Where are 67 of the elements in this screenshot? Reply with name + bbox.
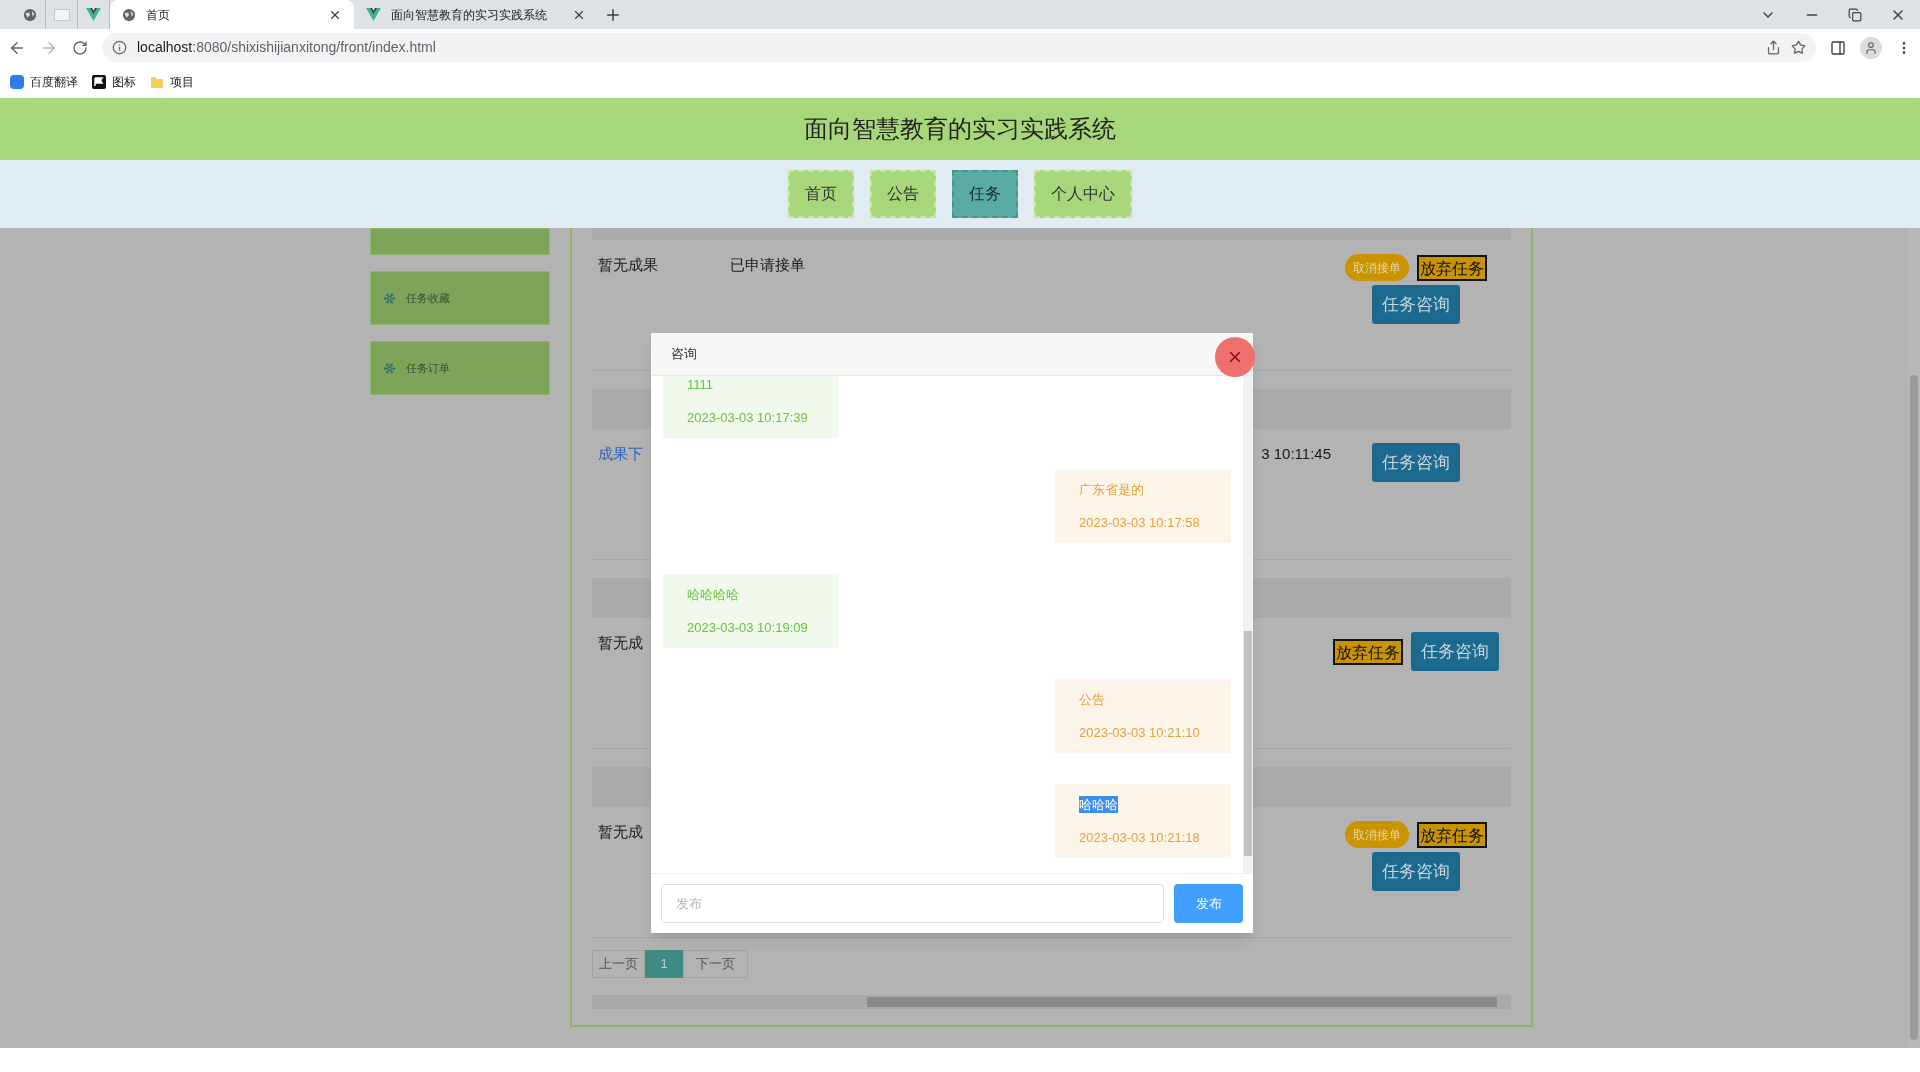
restore-icon[interactable] bbox=[1848, 7, 1862, 22]
table-cell-text: 暂无成 bbox=[598, 633, 644, 653]
translate-icon bbox=[10, 75, 24, 89]
tab-title: 面向智慧教育的实习实践系统 bbox=[391, 6, 548, 24]
scrollbar-thumb[interactable] bbox=[867, 997, 1497, 1007]
send-button[interactable]: 发布 bbox=[1174, 884, 1243, 923]
table-cell-text: 3 10:11:45 bbox=[1261, 444, 1331, 464]
nav-tab[interactable]: 任务 bbox=[952, 170, 1018, 218]
sidebar-label: 任务收藏 bbox=[406, 290, 450, 306]
message-time: 2023-03-03 10:19:09 bbox=[687, 619, 809, 636]
snowflake-icon bbox=[383, 291, 396, 305]
side-panel-icon[interactable] bbox=[1830, 39, 1846, 56]
sidebar-item[interactable]: 任务订单 bbox=[370, 341, 550, 395]
message-text: 1111 bbox=[687, 376, 714, 393]
close-button[interactable] bbox=[1215, 337, 1255, 377]
address-bar[interactable]: localhost:8080/shixishijianxitong/front/index.html bbox=[102, 33, 1816, 62]
bookmark-item[interactable]: 百度翻译 bbox=[10, 73, 78, 91]
reload-icon[interactable] bbox=[72, 39, 88, 56]
blank-page-icon bbox=[53, 8, 70, 21]
bookmark-item[interactable]: 图标 bbox=[92, 73, 136, 91]
flag-icon bbox=[92, 75, 106, 89]
message-text: 公告 bbox=[1079, 691, 1105, 708]
globe-icon bbox=[22, 7, 37, 22]
table-cell-text: 暂无成 bbox=[598, 822, 644, 842]
task-consult-button[interactable]: 任务咨询 bbox=[1411, 632, 1499, 671]
browser-tab[interactable]: 首页 bbox=[110, 0, 354, 29]
message-text: 哈哈哈 bbox=[1079, 796, 1118, 813]
nav-tab[interactable]: 首页 bbox=[788, 170, 854, 218]
info-icon bbox=[112, 40, 127, 55]
url-text: localhost:8080/shixishijianxitong/front/index.html bbox=[137, 38, 437, 57]
globe-icon bbox=[122, 7, 136, 22]
browser-tab[interactable]: 面向智慧教育的实习实践系统 bbox=[354, 0, 598, 29]
message-time: 2023-03-03 10:17:39 bbox=[687, 409, 809, 426]
table-cell-text: 暂无成果 bbox=[598, 255, 659, 275]
v-logo-icon bbox=[86, 8, 101, 21]
abandon-task-button[interactable]: 放弃任务 bbox=[1333, 638, 1403, 665]
tab-title: 首页 bbox=[146, 6, 171, 24]
vertical-scrollbar[interactable] bbox=[1908, 228, 1920, 1048]
dialog-scrollbar[interactable] bbox=[1243, 376, 1253, 873]
dialog-title: 咨询 bbox=[671, 345, 697, 364]
message-time: 2023-03-03 10:21:10 bbox=[1079, 724, 1201, 741]
scrollbar-thumb[interactable] bbox=[1244, 631, 1252, 856]
message-input[interactable]: 发布 bbox=[661, 884, 1164, 923]
message-text: 广东省是的 bbox=[1079, 481, 1144, 498]
message-time: 2023-03-03 10:21:18 bbox=[1079, 829, 1201, 846]
abandon-task-button[interactable]: 放弃任务 bbox=[1417, 821, 1487, 848]
snowflake-icon bbox=[383, 361, 396, 375]
site-title: 面向智慧教育的实习实践系统 bbox=[804, 114, 1116, 144]
profile-icon[interactable] bbox=[1860, 36, 1882, 59]
task-consult-button[interactable]: 任务咨询 bbox=[1372, 285, 1460, 324]
sidebar-label: 任务订单 bbox=[406, 360, 450, 376]
scrollbar-thumb[interactable] bbox=[1910, 375, 1918, 1040]
nav-tab[interactable]: 个人中心 bbox=[1034, 170, 1132, 218]
sidebar-item[interactable]: 任务收藏 bbox=[370, 271, 550, 325]
folder-icon bbox=[150, 75, 164, 89]
abandon-task-button[interactable]: 放弃任务 bbox=[1417, 254, 1487, 281]
share-icon[interactable] bbox=[1766, 40, 1781, 55]
bookmark-item[interactable]: 项目 bbox=[150, 73, 194, 91]
horizontal-scrollbar[interactable] bbox=[592, 995, 1511, 1009]
task-consult-button[interactable]: 任务咨询 bbox=[1372, 852, 1460, 891]
message-text: 哈哈哈哈 bbox=[687, 586, 739, 603]
message-time: 2023-03-03 10:17:58 bbox=[1079, 514, 1201, 531]
v-logo-icon bbox=[366, 8, 381, 21]
star-icon[interactable] bbox=[1791, 40, 1806, 55]
nav-tab[interactable]: 公告 bbox=[870, 170, 936, 218]
task-consult-button[interactable]: 任务咨询 bbox=[1372, 443, 1460, 482]
table-cell-text: 已申请接单 bbox=[730, 255, 806, 275]
